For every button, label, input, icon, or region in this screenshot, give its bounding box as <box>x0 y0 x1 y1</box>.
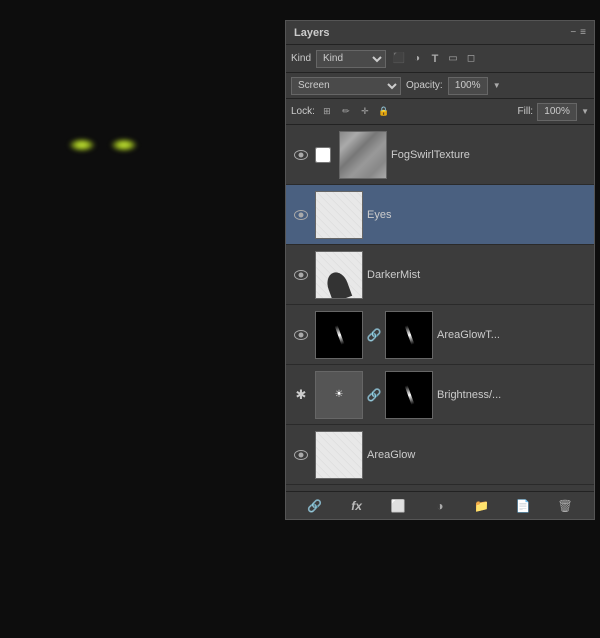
lock-label: Lock: <box>291 106 315 117</box>
type-filter-icon[interactable]: T <box>427 51 443 67</box>
blend-mode-row: Screen Normal Multiply Overlay Opacity: … <box>286 73 594 99</box>
layer-visibility-areaglow-t[interactable] <box>291 325 311 345</box>
layer-item-eyes[interactable]: Eyes <box>286 185 594 245</box>
group-button[interactable]: 📁 <box>472 496 492 516</box>
layer-thumbnail-eyes <box>315 191 363 239</box>
layers-panel: Layers − ≡ Kind Kind Name Effect ⬛ ◑ T ▭… <box>285 20 595 520</box>
layer-thumbnail-darkermist <box>315 251 363 299</box>
layer-name-areaglow-t: AreaGlowT... <box>437 329 589 341</box>
mask-glow-areaglow-t <box>404 325 414 345</box>
mask-glow-brightness <box>404 385 414 405</box>
eye-glow-right <box>110 138 138 152</box>
panel-menu-button[interactable]: ≡ <box>580 27 586 38</box>
thumb-fog-img <box>340 132 386 178</box>
collapse-button[interactable]: − <box>570 27 576 38</box>
shape-filter-icon[interactable]: ▭ <box>445 51 461 67</box>
fill-input[interactable] <box>537 103 577 121</box>
blend-mode-select[interactable]: Screen Normal Multiply Overlay <box>291 77 401 95</box>
layer-item-brightness[interactable]: ✱ ☀ 🔗 Brightness/... <box>286 365 594 425</box>
visibility-eye-icon-areaglow <box>294 450 308 460</box>
fill-adjustment-button[interactable]: ◑ <box>430 496 450 516</box>
layer-thumbnail-areaglow-t <box>315 311 363 359</box>
mask-thumbnail-areaglow-t <box>385 311 433 359</box>
layer-name-areaglow: AreaGlow <box>367 449 589 461</box>
layer-visibility-eyes[interactable] <box>291 205 311 225</box>
fill-label: Fill: <box>518 106 534 117</box>
link-button[interactable]: 🔗 <box>305 496 325 516</box>
fx-button[interactable]: fx <box>347 496 367 516</box>
layers-list[interactable]: FogSwirlTexture Eyes DarkerMist <box>286 125 594 491</box>
panel-header: Layers − ≡ <box>286 21 594 45</box>
lock-icons: ⊞ ✏ ✛ 🔒 <box>319 104 392 120</box>
layer-thumbnail-fog <box>339 131 387 179</box>
thumb-areaglow-t-img <box>316 312 362 358</box>
lock-row: Lock: ⊞ ✏ ✛ 🔒 Fill: ▼ <box>286 99 594 125</box>
opacity-dropdown-arrow[interactable]: ▼ <box>493 81 501 90</box>
filter-row: Kind Kind Name Effect ⬛ ◑ T ▭ ◻ <box>286 45 594 73</box>
layer-visibility-brightness[interactable]: ✱ <box>291 385 311 405</box>
mask-thumbnail-brightness <box>385 371 433 419</box>
layer-checkbox-fog[interactable] <box>315 147 331 163</box>
panel-title: Layers <box>294 27 329 39</box>
pixel-filter-icon[interactable]: ⬛ <box>391 51 407 67</box>
visibility-eye-icon-fog <box>294 150 308 160</box>
thumb-darkermist-img <box>316 252 362 298</box>
layer-item-areaglow[interactable]: AreaGlow <box>286 425 594 485</box>
panel-controls: − ≡ <box>570 27 586 38</box>
sun-adjustment-icon-brightness: ✱ <box>296 387 307 403</box>
fill-dropdown-arrow[interactable]: ▼ <box>581 107 589 116</box>
visibility-eye-icon-darkermist <box>294 270 308 280</box>
adjustment-filter-icon[interactable]: ◑ <box>409 51 425 67</box>
layer-thumbnail-brightness: ☀ <box>315 371 363 419</box>
lock-move-icon[interactable]: ✛ <box>357 104 373 120</box>
panel-bottom-toolbar: 🔗 fx ⬜ ◑ 📁 📄 🗑 <box>286 491 594 519</box>
new-layer-button[interactable]: 📄 <box>513 496 533 516</box>
lock-paint-icon[interactable]: ✏ <box>338 104 354 120</box>
thumb-areaglow-img <box>316 432 362 478</box>
visibility-eye-icon-areaglow-t <box>294 330 308 340</box>
filter-kind-select[interactable]: Kind Name Effect <box>316 50 386 68</box>
layer-visibility-areaglow[interactable] <box>291 445 311 465</box>
layer-visibility-darkermist[interactable] <box>291 265 311 285</box>
layer-name-eyes: Eyes <box>367 209 589 221</box>
delete-layer-button[interactable]: 🗑 <box>555 496 575 516</box>
layer-thumbnail-areaglow <box>315 431 363 479</box>
layer-item-darkermist[interactable]: DarkerMist <box>286 245 594 305</box>
layer-name-darkermist: DarkerMist <box>367 269 589 281</box>
smart-filter-icon[interactable]: ◻ <box>463 51 479 67</box>
chain-icon-brightness[interactable]: 🔗 <box>367 388 381 402</box>
filter-label: Kind <box>291 53 311 64</box>
lock-transparent-icon[interactable]: ⊞ <box>319 104 335 120</box>
opacity-label: Opacity: <box>406 80 443 91</box>
visibility-eye-icon-eyes <box>294 210 308 220</box>
lock-all-icon[interactable]: 🔒 <box>376 104 392 120</box>
layer-visibility-fog[interactable] <box>291 145 311 165</box>
layer-name-brightness: Brightness/... <box>437 389 589 401</box>
filter-icons: ⬛ ◑ T ▭ ◻ <box>391 51 479 67</box>
layer-name-fog: FogSwirlTexture <box>391 149 589 161</box>
opacity-input[interactable] <box>448 77 488 95</box>
chain-icon-areaglow-t[interactable]: 🔗 <box>367 328 381 342</box>
eye-glow-left <box>68 138 96 152</box>
mask-button[interactable]: ⬜ <box>388 496 408 516</box>
thumb-eyes-img <box>316 192 362 238</box>
glow-line-areaglow-t <box>334 325 344 345</box>
layer-item-fog-swirl[interactable]: FogSwirlTexture <box>286 125 594 185</box>
layer-item-areaglow-t[interactable]: 🔗 AreaGlowT... <box>286 305 594 365</box>
